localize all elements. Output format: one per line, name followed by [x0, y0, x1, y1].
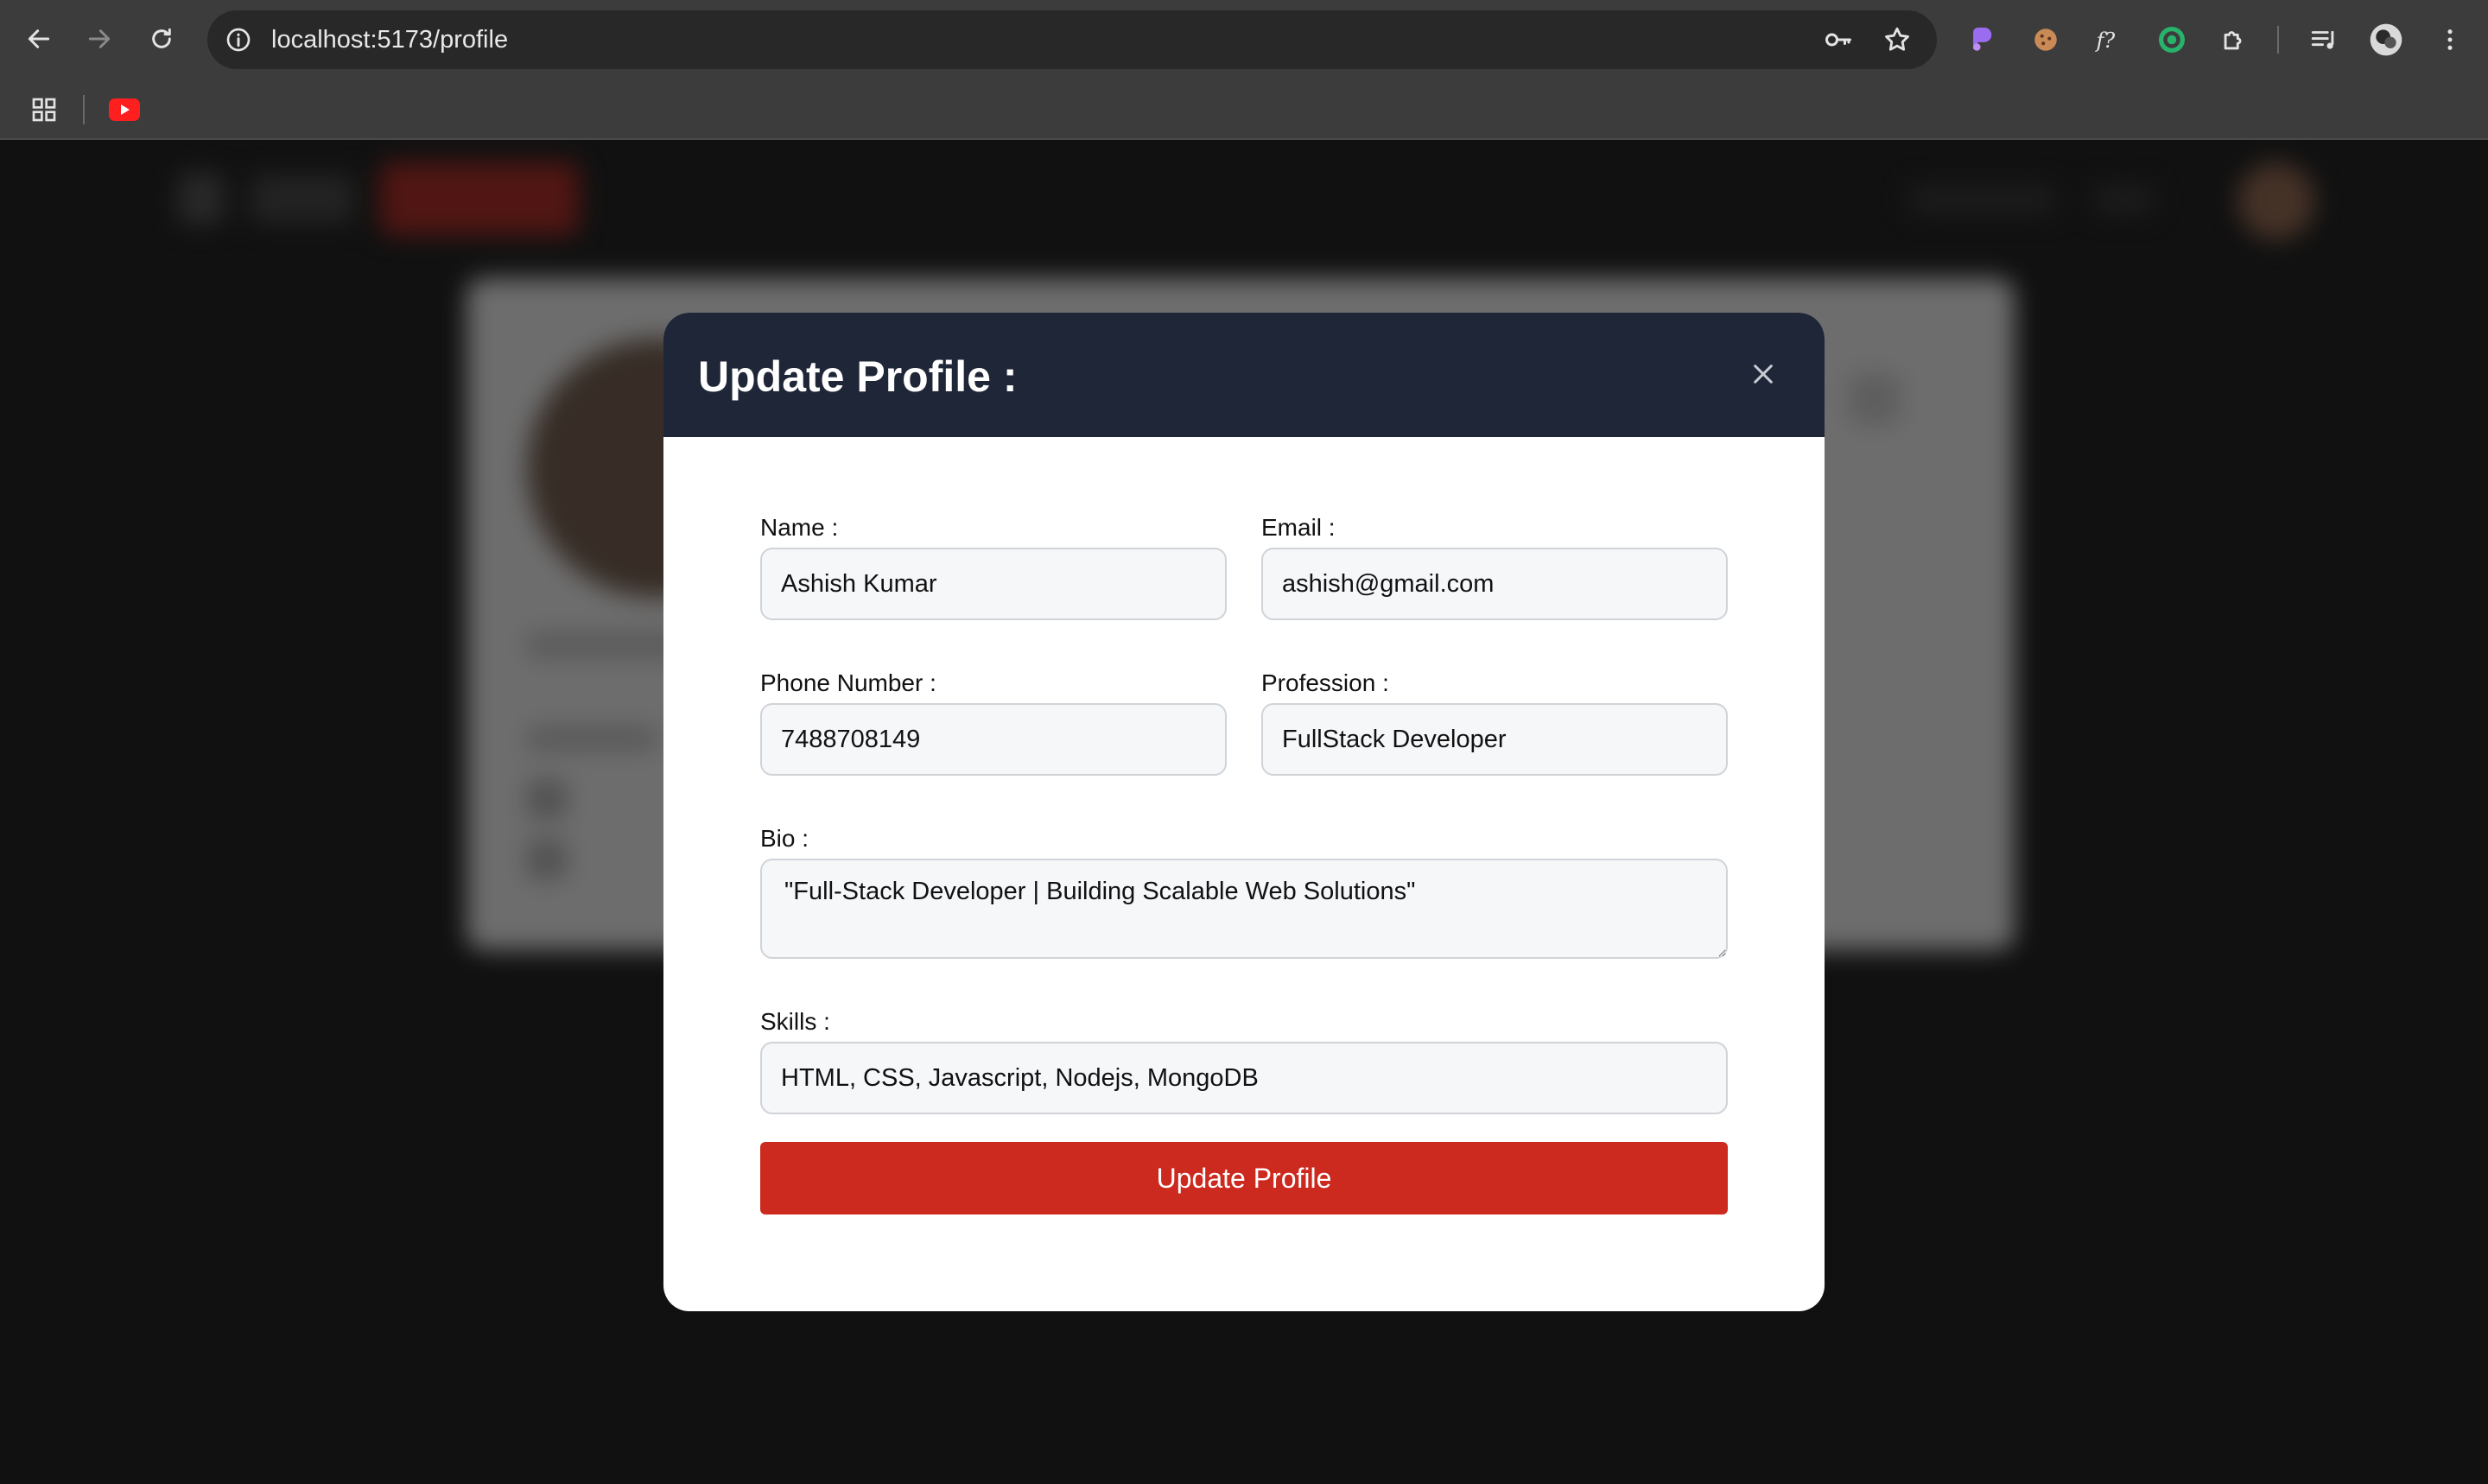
profession-input[interactable] [1261, 703, 1728, 776]
target-extension-icon [2159, 27, 2185, 53]
site-info-icon [226, 28, 251, 52]
bio-label: Bio : [760, 825, 809, 852]
bookmark-button[interactable] [1882, 24, 1913, 55]
close-x-icon [1754, 365, 1773, 384]
arrow-right-icon [88, 29, 111, 48]
cookie-icon [2034, 29, 2057, 51]
toolbar-divider [2277, 26, 2279, 54]
modal-header: Update Profile : [663, 313, 1825, 437]
bio-textarea[interactable]: "Full-Stack Developer | Building Scalabl… [760, 859, 1728, 959]
site-info-button[interactable] [223, 24, 254, 55]
password-manager-button[interactable] [1823, 24, 1854, 55]
url-text[interactable]: localhost:5173/profile [271, 25, 508, 54]
puzzle-extensions-icon [2224, 31, 2242, 50]
address-bar[interactable]: localhost:5173/profile [207, 10, 1937, 69]
purple-extension-button[interactable] [1964, 22, 1999, 57]
name-input[interactable] [760, 548, 1227, 620]
update-profile-button[interactable]: Update Profile [760, 1142, 1728, 1214]
target-extension-button[interactable] [2155, 22, 2189, 57]
browser-menu-button[interactable] [2433, 22, 2467, 57]
forward-button[interactable] [79, 19, 119, 59]
profile-button[interactable] [2369, 22, 2403, 57]
profile-avatar-icon [2370, 23, 2402, 56]
kebab-menu-icon [2447, 29, 2453, 50]
modal-title: Update Profile : [698, 352, 1018, 401]
browser-toolbar: localhost:5173/profile f? [0, 0, 2488, 79]
profession-label: Profession : [1261, 669, 1389, 696]
phone-label: Phone Number : [760, 669, 936, 696]
close-button[interactable] [1742, 352, 1785, 396]
svg-text:f?: f? [2095, 29, 2116, 53]
purple-extension-icon [1973, 27, 1992, 51]
apps-button[interactable] [28, 93, 60, 126]
name-label: Name : [760, 514, 839, 541]
youtube-icon [109, 98, 140, 121]
bookmarks-bar [0, 79, 2488, 140]
phone-input[interactable] [760, 703, 1227, 776]
media-queue-icon [2311, 31, 2334, 49]
bookmarks-divider [83, 95, 85, 124]
reload-icon [152, 28, 171, 48]
email-input[interactable] [1261, 548, 1728, 620]
update-profile-modal: Update Profile : Name : Email : Phone Nu… [663, 313, 1825, 1311]
email-label: Email : [1261, 514, 1336, 541]
cookie-extension-button[interactable] [2028, 22, 2063, 57]
font-f-icon: f? [2095, 29, 2116, 53]
apps-grid-icon [32, 98, 56, 122]
reload-button[interactable] [142, 19, 181, 59]
skills-label: Skills : [760, 1008, 830, 1035]
youtube-bookmark[interactable] [107, 93, 142, 126]
media-queue-button[interactable] [2307, 22, 2341, 57]
arrow-left-icon [28, 29, 50, 48]
password-key-icon [1825, 33, 1851, 47]
extensions-button[interactable] [2217, 22, 2251, 57]
back-button[interactable] [19, 19, 59, 59]
skills-input[interactable] [760, 1042, 1728, 1114]
bookmark-star-icon [1885, 27, 1909, 51]
font-extension-button[interactable]: f? [2091, 22, 2125, 57]
